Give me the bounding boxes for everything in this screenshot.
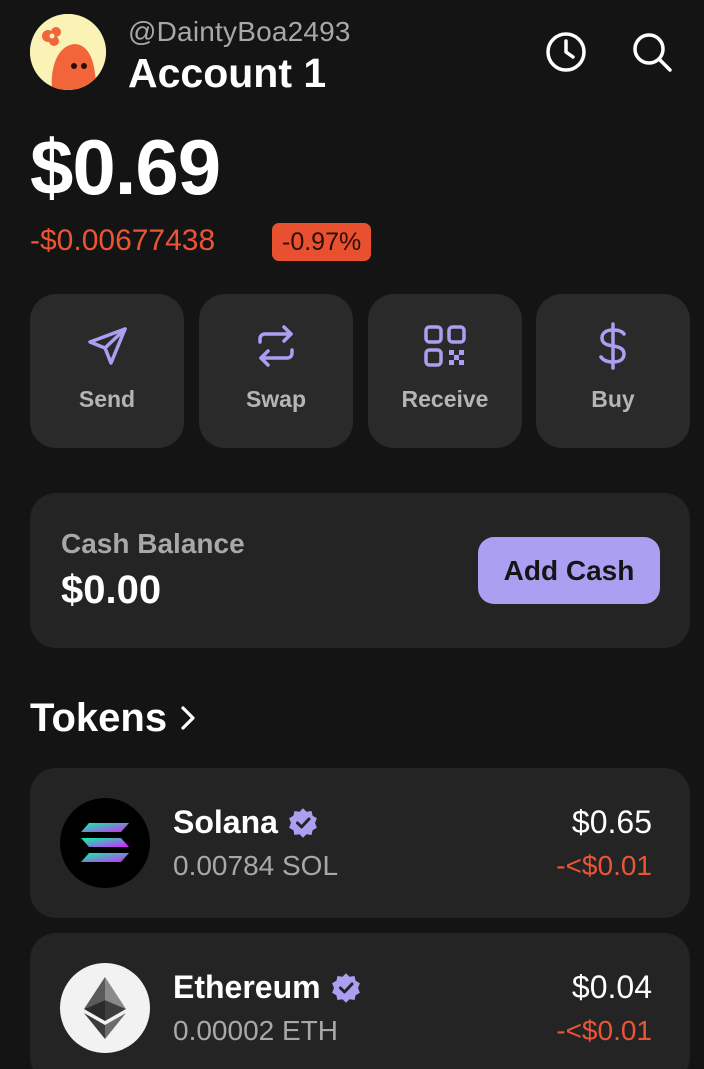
token-usd-value: $0.04 (571, 969, 652, 1005)
verified-badge-icon (331, 972, 361, 1003)
swap-button[interactable]: Swap (199, 294, 353, 448)
token-row-ethereum[interactable]: Ethereum 0.00002 ETH $0.04 -<$0.01 (30, 933, 690, 1069)
swap-icon (199, 324, 353, 368)
send-label: Send (78, 386, 136, 412)
avatar-image (30, 14, 106, 90)
add-cash-button[interactable]: Add Cash (478, 537, 660, 604)
receive-label: Receive (401, 386, 489, 412)
receive-button[interactable]: Receive (368, 294, 522, 448)
token-name: Ethereum (173, 969, 361, 1006)
ethereum-logo-icon (60, 963, 150, 1053)
send-icon (30, 324, 184, 368)
avatar[interactable] (30, 14, 106, 90)
verified-badge-icon (288, 807, 318, 838)
token-usd-change: -<$0.01 (556, 850, 652, 881)
solana-logo-icon (60, 798, 150, 888)
buy-button[interactable]: Buy (536, 294, 690, 448)
token-usd-change: -<$0.01 (556, 1015, 652, 1046)
token-name: Solana (173, 804, 318, 841)
account-handle: @DaintyBoa2493 (128, 16, 351, 47)
token-amount: 0.00002 ETH (173, 1015, 338, 1046)
total-balance: $0.69 (30, 123, 221, 211)
token-usd-value: $0.65 (571, 804, 652, 840)
qr-code-icon (368, 324, 522, 368)
balance-change-percent-badge: -0.97% (272, 223, 372, 261)
token-row-solana[interactable]: Solana 0.00784 SOL $0.65 -<$0.01 (30, 768, 690, 918)
cash-balance-card: Cash Balance $0.00 Add Cash (30, 493, 690, 648)
account-name[interactable]: Account 1 (128, 50, 326, 97)
cash-balance-value: $0.00 (61, 568, 162, 612)
tokens-title: Tokens (30, 696, 168, 740)
chevron-right-icon (179, 705, 197, 736)
dollar-icon (536, 322, 690, 370)
cash-balance-label: Cash Balance (61, 528, 245, 559)
balance-change-usd: -$0.00677438 (30, 224, 216, 257)
swap-label: Swap (245, 386, 307, 412)
token-name-label: Solana (173, 804, 278, 840)
history-icon[interactable] (542, 28, 590, 76)
wallet-home: @DaintyBoa2493 Account 1 $0.69 -$0.00677… (0, 0, 704, 1069)
send-button[interactable]: Send (30, 294, 184, 448)
token-name-label: Ethereum (173, 969, 321, 1005)
token-amount: 0.00784 SOL (173, 850, 339, 881)
buy-label: Buy (591, 386, 635, 412)
tokens-section-header[interactable]: Tokens (30, 696, 197, 741)
search-icon[interactable] (628, 28, 676, 76)
